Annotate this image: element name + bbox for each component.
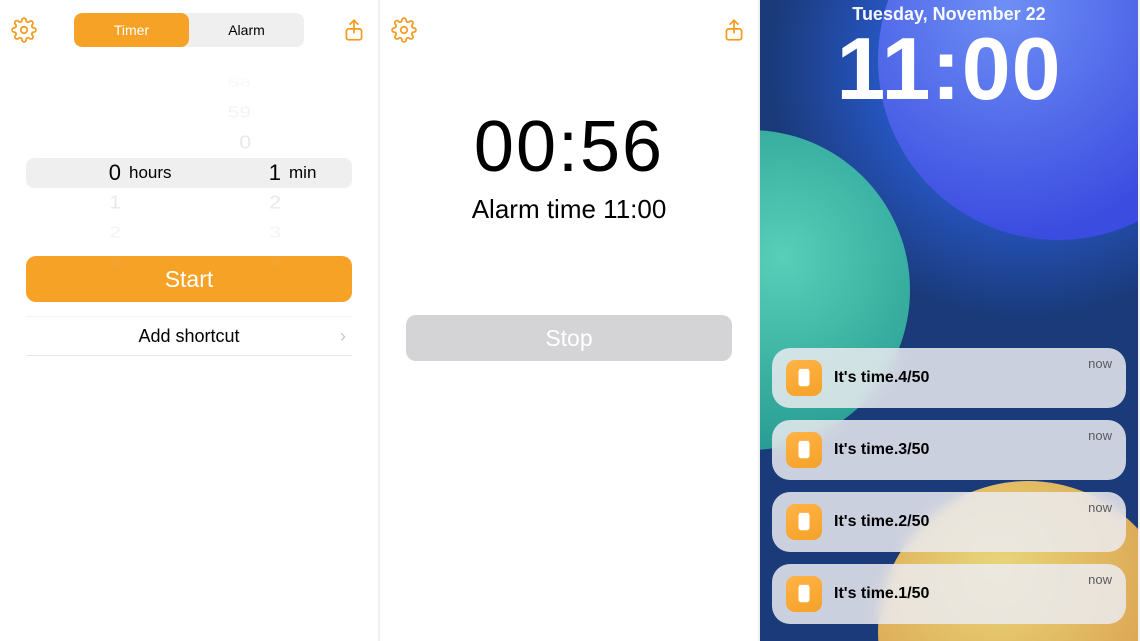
settings-button[interactable]	[10, 16, 38, 44]
hours-unit: hours	[129, 163, 189, 183]
gear-icon	[391, 17, 417, 43]
alarm-time-label: Alarm time 11:00	[380, 194, 758, 225]
share-button[interactable]	[340, 16, 368, 44]
notification[interactable]: It's time.4/50 now	[772, 348, 1126, 408]
lock-screen-time: 11:00	[760, 18, 1138, 120]
countdown-time: 00:56	[380, 106, 758, 188]
share-icon	[341, 17, 367, 43]
notification-text: It's time.1/50	[834, 585, 929, 603]
notification[interactable]: It's time.3/50 now	[772, 420, 1126, 480]
app-icon	[786, 504, 822, 540]
time-picker[interactable]: 58 59 0 0 hours 1 min 12 23 34	[0, 68, 378, 238]
share-icon	[721, 17, 747, 43]
tab-timer[interactable]: Timer	[74, 13, 189, 47]
notification-time: now	[1088, 428, 1112, 443]
toolbar	[380, 0, 758, 56]
minutes-value: 1	[189, 160, 289, 186]
share-button[interactable]	[720, 16, 748, 44]
stop-button[interactable]: Stop	[406, 315, 732, 361]
notification-text: It's time.2/50	[834, 513, 929, 531]
countdown-display: 00:56 Alarm time 11:00	[380, 56, 758, 225]
hours-value: 0	[29, 160, 129, 186]
timer-setup-screen: Timer Alarm 58 59 0 0 hours 1 min 12 23 …	[0, 0, 380, 641]
notification-time: now	[1088, 356, 1112, 371]
notification-time: now	[1088, 572, 1112, 587]
lock-screen: Tuesday, November 22 11:00 It's time.4/5…	[760, 0, 1140, 641]
toolbar: Timer Alarm	[0, 0, 378, 56]
timer-running-screen: 00:56 Alarm time 11:00 Stop	[380, 0, 760, 641]
segmented-control: Timer Alarm	[74, 13, 304, 47]
notification-text: It's time.3/50	[834, 441, 929, 459]
gear-icon	[11, 17, 37, 43]
notification[interactable]: It's time.1/50 now	[772, 564, 1126, 624]
chevron-right-icon: ›	[340, 326, 346, 347]
app-icon	[786, 576, 822, 612]
notification-text: It's time.4/50	[834, 369, 929, 387]
add-shortcut-row[interactable]: Add shortcut ›	[26, 316, 352, 356]
settings-button[interactable]	[390, 16, 418, 44]
notification-stack: It's time.4/50 now It's time.3/50 now It…	[772, 348, 1126, 624]
app-icon	[786, 432, 822, 468]
app-icon	[786, 360, 822, 396]
notification[interactable]: It's time.2/50 now	[772, 492, 1126, 552]
notification-time: now	[1088, 500, 1112, 515]
minutes-unit: min	[289, 163, 349, 183]
add-shortcut-label: Add shortcut	[138, 326, 239, 347]
tab-alarm[interactable]: Alarm	[189, 13, 304, 47]
picker-selection-row: 0 hours 1 min	[26, 158, 352, 188]
